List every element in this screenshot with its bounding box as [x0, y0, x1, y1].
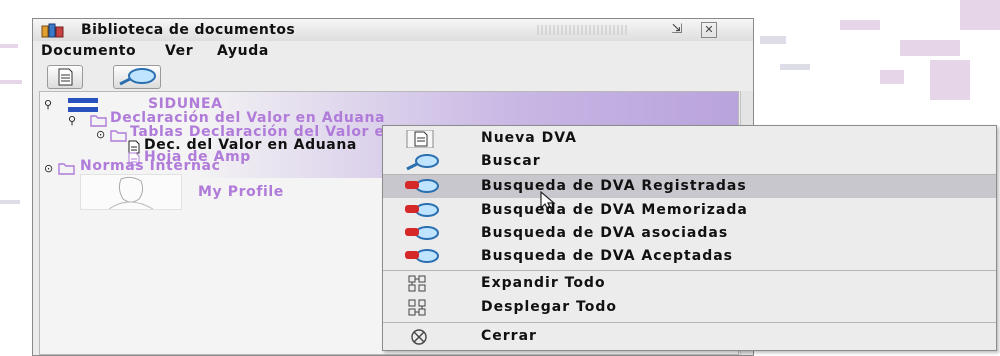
title-grip — [537, 25, 627, 35]
menu-ver[interactable]: Ver — [165, 43, 193, 59]
menu-documento[interactable]: Documento — [41, 43, 136, 59]
folder-open-icon — [90, 115, 107, 127]
menu-separator — [383, 270, 996, 271]
folder-open-icon — [58, 163, 75, 175]
menu-item-busqueda-registradas[interactable]: Busqueda de DVA Registradas — [383, 175, 996, 198]
menu-item-expandir-todo[interactable]: Expandir Todo — [383, 272, 996, 295]
menu-item-label: Cerrar — [481, 328, 537, 344]
expanded-toggle-icon[interactable]: ⚲ — [44, 99, 54, 110]
menu-item-label: Busqueda de DVA asociadas — [481, 225, 729, 241]
menu-ayuda[interactable]: Ayuda — [217, 43, 269, 59]
menu-item-label: Busqueda de DVA Registradas — [481, 178, 747, 194]
search-icon — [406, 154, 439, 171]
menu-item-label: Expandir Todo — [481, 275, 606, 291]
menu-item-buscar[interactable]: Buscar — [383, 150, 996, 173]
expand-toggle-icon[interactable]: ⊙ — [44, 163, 54, 174]
collapse-tree-icon — [408, 299, 426, 316]
menu-item-label: Nueva DVA — [481, 130, 577, 146]
search-icon — [119, 68, 156, 86]
close-icon[interactable]: ✕ — [701, 22, 717, 38]
menu-item-label: Desplegar Todo — [481, 299, 617, 315]
window-title: Biblioteca de documentos — [81, 22, 296, 38]
document-icon — [406, 130, 434, 148]
new-document-button[interactable] — [47, 65, 83, 89]
toolbar — [33, 61, 753, 91]
search-red-icon — [405, 179, 439, 193]
menu-item-busqueda-aceptadas[interactable]: Busqueda de DVA Aceptadas — [383, 245, 996, 268]
menu-item-busqueda-asociadas[interactable]: Busqueda de DVA asociadas — [383, 222, 996, 245]
menu-item-cerrar[interactable]: Cerrar — [383, 325, 996, 348]
search-red-icon — [405, 226, 439, 240]
expanded-toggle-icon[interactable]: ⚲ — [68, 115, 78, 126]
menu-item-label: Busqueda de DVA Aceptadas — [481, 248, 733, 264]
document-icon — [58, 68, 73, 86]
search-button[interactable] — [113, 65, 161, 89]
expand-tree-icon — [408, 275, 426, 292]
expand-toggle-icon[interactable]: ⊙ — [96, 129, 106, 140]
profile-avatar — [80, 174, 182, 210]
menu-item-label: Busqueda de DVA Memorizada — [481, 202, 748, 218]
tree-node-profile[interactable]: My Profile — [198, 184, 284, 200]
tree-node-normas[interactable]: Normas Internac — [80, 158, 220, 174]
menu-bar: Documento Ver Ayuda — [33, 41, 753, 61]
minimize-icon[interactable]: ⇲ — [669, 22, 685, 38]
close-circle-icon — [411, 329, 427, 345]
search-red-icon — [405, 203, 439, 217]
context-menu: Nueva DVA Buscar Busqueda de DVA Registr… — [382, 125, 997, 351]
search-red-icon — [405, 249, 439, 263]
title-bar[interactable]: Biblioteca de documentos ⇲ ✕ — [33, 19, 753, 42]
menu-item-nueva-dva[interactable]: Nueva DVA — [383, 127, 996, 150]
menu-separator — [383, 322, 996, 323]
flag-icon — [68, 98, 98, 112]
folder-open-icon — [110, 130, 127, 142]
books-icon — [41, 23, 64, 38]
menu-item-busqueda-memorizada[interactable]: Busqueda de DVA Memorizada — [383, 199, 996, 222]
menu-item-desplegar-todo[interactable]: Desplegar Todo — [383, 296, 996, 319]
menu-item-label: Buscar — [481, 153, 541, 169]
